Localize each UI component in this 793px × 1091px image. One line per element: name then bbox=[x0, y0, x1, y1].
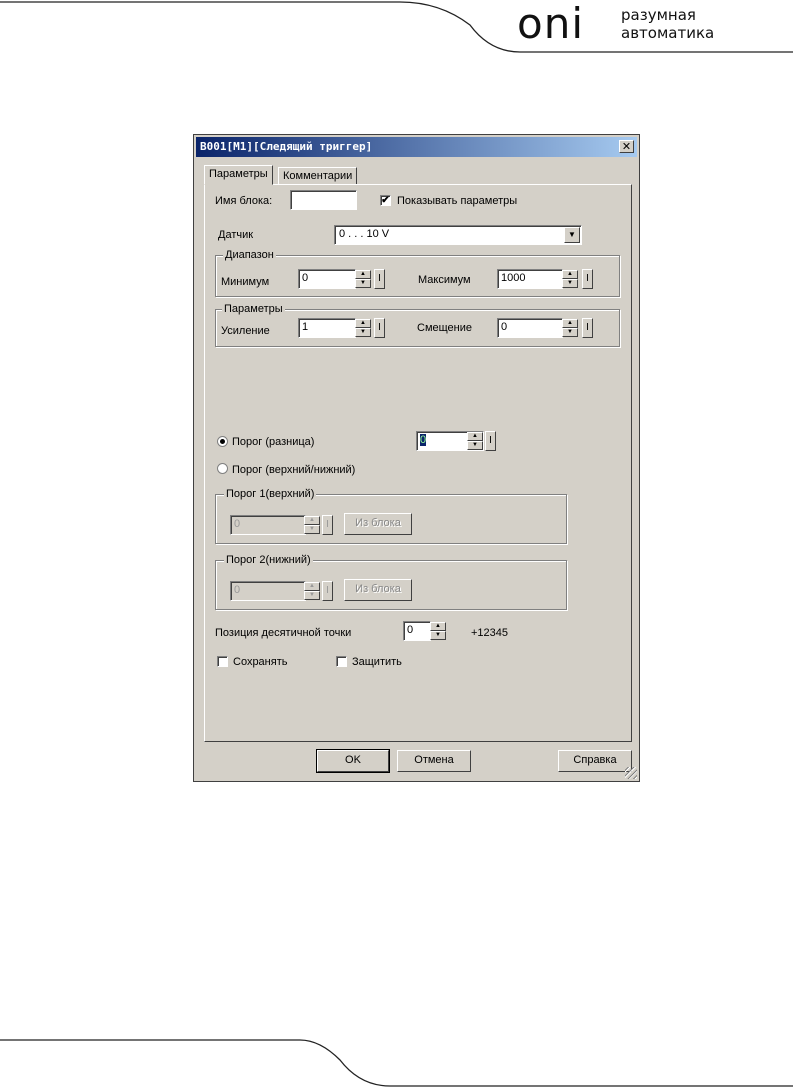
threshold2-legend: Порог 2(нижний) bbox=[224, 554, 313, 567]
spin-down-icon[interactable]: ▼ bbox=[467, 441, 483, 450]
protect-checkbox[interactable] bbox=[336, 656, 347, 667]
threshold-diff-label: Порог (разница) bbox=[232, 436, 315, 448]
block-name-label: Имя блока: bbox=[215, 195, 273, 207]
ok-button[interactable]: OK bbox=[316, 749, 390, 773]
offset-label: Смещение bbox=[417, 322, 473, 334]
threshold2-spinner[interactable]: ▲ ▼ bbox=[304, 582, 320, 600]
spin-up-icon[interactable]: ▲ bbox=[355, 319, 371, 328]
threshold-diff-value: 0 bbox=[420, 434, 427, 446]
tab-comments[interactable]: Комментарии bbox=[278, 167, 358, 185]
threshold2-from-block-button[interactable]: Из блока bbox=[344, 579, 412, 601]
gain-label: Усиление bbox=[221, 325, 270, 337]
spin-down-icon[interactable]: ▼ bbox=[355, 328, 371, 337]
spin-down-icon[interactable]: ▼ bbox=[562, 279, 578, 288]
threshold1-spinner[interactable]: ▲ ▼ bbox=[304, 516, 320, 534]
threshold1-legend: Порог 1(верхний) bbox=[224, 488, 317, 501]
gain-input-button[interactable]: I bbox=[374, 318, 385, 338]
close-button[interactable]: ✕ bbox=[619, 140, 634, 153]
sensor-select[interactable]: 0 . . . 10 V ▼ bbox=[334, 225, 582, 245]
spin-up-icon[interactable]: ▲ bbox=[430, 622, 446, 631]
brand-logo: oni bbox=[517, 0, 584, 48]
min-spinner[interactable]: ▲ ▼ bbox=[355, 270, 371, 288]
max-spinner[interactable]: ▲ ▼ bbox=[562, 270, 578, 288]
min-input[interactable]: 0 bbox=[298, 269, 356, 289]
save-checkbox[interactable] bbox=[217, 656, 228, 667]
threshold2-input-button[interactable]: I bbox=[322, 581, 333, 601]
spin-up-icon[interactable]: ▲ bbox=[562, 270, 578, 279]
settings-dialog: B001[M1][Следящий триггер] ✕ Параметры К… bbox=[193, 134, 640, 782]
brand-tagline: разумная автоматика bbox=[621, 6, 714, 42]
decimal-input[interactable]: 0 bbox=[403, 621, 431, 641]
spin-up-icon[interactable]: ▲ bbox=[467, 432, 483, 441]
brand-tagline-line1: разумная bbox=[621, 6, 696, 24]
max-input-button[interactable]: I bbox=[582, 269, 593, 289]
decimal-preview: +12345 bbox=[471, 627, 509, 639]
spin-down-icon[interactable]: ▼ bbox=[304, 525, 320, 534]
threshold-upper-lower-label: Порог (верхний/нижний) bbox=[232, 464, 356, 476]
show-params-label: Показывать параметры bbox=[397, 195, 518, 207]
threshold-diff-input-button[interactable]: I bbox=[485, 431, 496, 451]
spin-up-icon[interactable]: ▲ bbox=[304, 582, 320, 591]
spin-down-icon[interactable]: ▼ bbox=[430, 631, 446, 640]
tab-parameters[interactable]: Параметры bbox=[204, 165, 273, 185]
gain-spinner[interactable]: ▲ ▼ bbox=[355, 319, 371, 337]
threshold1-input-button[interactable]: I bbox=[322, 515, 333, 535]
threshold-upper-lower-radio[interactable] bbox=[217, 463, 228, 474]
params-legend: Параметры bbox=[222, 303, 285, 316]
threshold-diff-radio[interactable] bbox=[217, 436, 228, 447]
dialog-title: B001[M1][Следящий триггер] bbox=[200, 140, 373, 153]
max-label: Максимум bbox=[418, 274, 471, 286]
offset-spinner[interactable]: ▲ ▼ bbox=[562, 319, 578, 337]
max-input[interactable]: 1000 bbox=[497, 269, 563, 289]
chevron-down-icon[interactable]: ▼ bbox=[564, 227, 580, 243]
spin-up-icon[interactable]: ▲ bbox=[562, 319, 578, 328]
title-bar[interactable]: B001[M1][Следящий триггер] ✕ bbox=[196, 137, 637, 157]
resize-grip[interactable] bbox=[625, 767, 637, 779]
spin-down-icon[interactable]: ▼ bbox=[304, 591, 320, 600]
spin-down-icon[interactable]: ▼ bbox=[562, 328, 578, 337]
threshold1-input[interactable]: 0 bbox=[230, 515, 306, 535]
protect-label: Защитить bbox=[352, 656, 402, 668]
spin-up-icon[interactable]: ▲ bbox=[355, 270, 371, 279]
spin-up-icon[interactable]: ▲ bbox=[304, 516, 320, 525]
show-params-checkbox[interactable]: ✔ bbox=[380, 195, 391, 206]
spin-down-icon[interactable]: ▼ bbox=[355, 279, 371, 288]
cancel-button[interactable]: Отмена bbox=[397, 750, 471, 772]
range-legend: Диапазон bbox=[223, 249, 276, 262]
help-button[interactable]: Справка bbox=[558, 750, 632, 772]
offset-input-button[interactable]: I bbox=[582, 318, 593, 338]
gain-input[interactable]: 1 bbox=[298, 318, 356, 338]
decimal-spinner[interactable]: ▲ ▼ bbox=[430, 622, 446, 640]
sensor-value: 0 . . . 10 V bbox=[339, 228, 390, 240]
save-label: Сохранять bbox=[233, 656, 288, 668]
offset-input[interactable]: 0 bbox=[497, 318, 563, 338]
sensor-label: Датчик bbox=[218, 229, 254, 241]
min-label: Минимум bbox=[221, 276, 270, 288]
min-input-button[interactable]: I bbox=[374, 269, 385, 289]
threshold2-input[interactable]: 0 bbox=[230, 581, 306, 601]
threshold-diff-spinner[interactable]: ▲ ▼ bbox=[467, 432, 483, 450]
brand-tagline-line2: автоматика bbox=[621, 24, 715, 42]
block-name-input[interactable] bbox=[290, 190, 357, 210]
decimal-label: Позиция десятичной точки bbox=[215, 627, 352, 639]
threshold1-from-block-button[interactable]: Из блока bbox=[344, 513, 412, 535]
